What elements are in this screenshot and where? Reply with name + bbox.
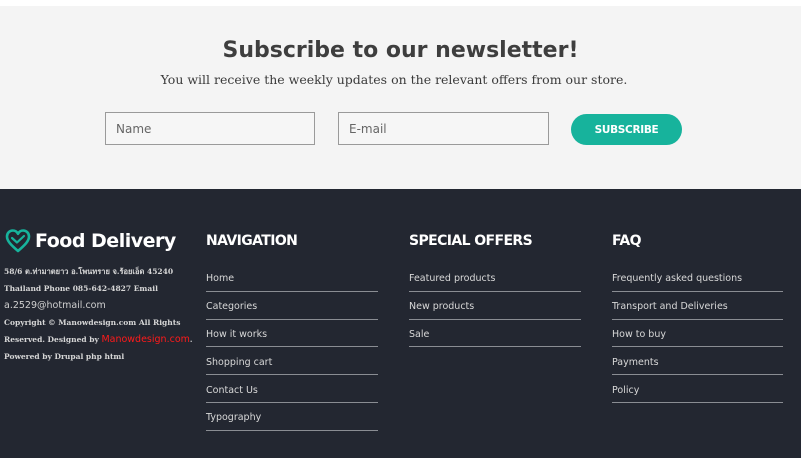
special-offers-column: SPECIAL OFFERS Featured products New pro… xyxy=(409,233,581,348)
faq-list: Frequently asked questions Transport and… xyxy=(612,264,783,403)
nav-item-contact-us: Contact Us xyxy=(206,375,378,403)
nav-link-contact-us[interactable]: Contact Us xyxy=(206,385,258,396)
powered-by-text: Powered by Drupal php html xyxy=(4,352,125,361)
offers-item-featured: Featured products xyxy=(409,264,581,292)
faq-link-payments[interactable]: Payments xyxy=(612,357,659,368)
nav-link-typography[interactable]: Typography xyxy=(206,412,261,423)
faq-link-transport[interactable]: Transport and Deliveries xyxy=(612,301,728,312)
faq-link-policy[interactable]: Policy xyxy=(612,385,639,396)
offers-item-sale: Sale xyxy=(409,320,581,348)
heart-icon xyxy=(5,228,31,254)
faq-title: FAQ xyxy=(612,233,642,249)
nav-link-how-it-works[interactable]: How it works xyxy=(206,329,267,340)
address-line: 58/6 ต.ท่ามาตยาว อ.โพนทราย จ.ร้อยเอ็ด 45… xyxy=(4,267,174,276)
offers-link-sale[interactable]: Sale xyxy=(409,329,429,340)
nav-item-categories: Categories xyxy=(206,292,378,320)
special-offers-title: SPECIAL OFFERS xyxy=(409,233,533,249)
nav-item-home: Home xyxy=(206,264,378,292)
copyright-suffix: . xyxy=(189,335,193,344)
offers-item-new: New products xyxy=(409,292,581,320)
site-footer: Food Delivery 58/6 ต.ท่ามาตยาว อ.โพนทราย… xyxy=(0,189,801,458)
faq-item-how-to-buy: How to buy xyxy=(612,320,783,348)
nav-item-how-it-works: How it works xyxy=(206,320,378,348)
nav-item-typography: Typography xyxy=(206,403,378,431)
designer-link[interactable]: Manowdesign.com xyxy=(101,334,189,345)
brand-logo[interactable]: Food Delivery xyxy=(5,228,176,254)
email-input[interactable] xyxy=(338,112,549,145)
faq-item-questions: Frequently asked questions xyxy=(612,264,783,292)
faq-item-payments: Payments xyxy=(612,347,783,376)
nav-item-shopping-cart: Shopping cart xyxy=(206,347,378,376)
nav-link-shopping-cart[interactable]: Shopping cart xyxy=(206,357,272,368)
faq-item-transport: Transport and Deliveries xyxy=(612,292,783,320)
subscribe-button[interactable]: SUBSCRIBE xyxy=(571,114,682,145)
name-input[interactable] xyxy=(105,112,315,145)
navigation-list: Home Categories How it works Shopping ca… xyxy=(206,264,378,431)
offers-link-featured[interactable]: Featured products xyxy=(409,273,495,284)
email-text: a.2529@hotmail.com xyxy=(4,300,106,311)
newsletter-subtitle: You will receive the weekly updates on t… xyxy=(160,72,628,87)
faq-item-policy: Policy xyxy=(612,375,783,403)
navigation-column: NAVIGATION Home Categories How it works … xyxy=(206,233,378,431)
newsletter-title: Subscribe to our newsletter! xyxy=(222,38,579,63)
nav-link-home[interactable]: Home xyxy=(206,273,234,284)
special-offers-list: Featured products New products Sale xyxy=(409,264,581,348)
brand-name: Food Delivery xyxy=(35,230,176,252)
offers-link-new[interactable]: New products xyxy=(409,301,474,312)
faq-link-questions[interactable]: Frequently asked questions xyxy=(612,273,742,284)
copyright-text: Copyright © Manowdesign.com All Rights R… xyxy=(4,314,194,348)
navigation-title: NAVIGATION xyxy=(206,233,298,249)
newsletter-section: Subscribe to our newsletter! You will re… xyxy=(0,6,801,189)
phone-line: Thailand Phone 085-642-4827 Email xyxy=(4,284,158,293)
nav-link-categories[interactable]: Categories xyxy=(206,301,257,312)
faq-column: FAQ Frequently asked questions Transport… xyxy=(612,233,783,403)
contact-info: 58/6 ต.ท่ามาตยาว อ.โพนทราย จ.ร้อยเอ็ด 45… xyxy=(4,263,194,365)
faq-link-how-to-buy[interactable]: How to buy xyxy=(612,329,666,340)
